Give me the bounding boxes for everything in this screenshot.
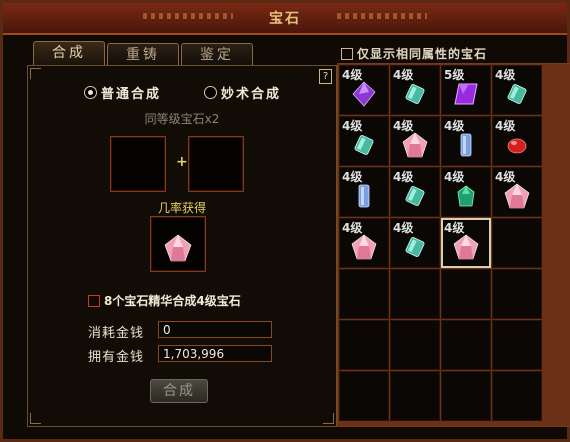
purple-square-gem-icon [454,83,478,105]
cost-label: 消耗金钱 [88,326,145,341]
teal-cylinder-gem-icon [405,186,425,206]
gem-slot[interactable]: 4级 [441,218,491,268]
empty-slot[interactable] [492,320,542,370]
gem-slot[interactable]: 4级 [441,167,491,217]
empty-slot[interactable] [492,371,542,421]
filter-checkbox[interactable] [341,47,353,60]
corner-ornament [30,68,41,79]
compose-panel: ? 普通合成 妙术合成 同等级宝石x2 + 几率获得 8个宝石精华合成4级宝石 … [27,65,337,427]
empty-slot[interactable] [339,269,389,319]
owned-label: 拥有金钱 [88,350,145,365]
tab-reforge[interactable]: 重铸 [107,43,179,66]
tab-compose[interactable]: 合成 [33,41,105,66]
filter-option[interactable]: 仅显示相同属性的宝石 [341,45,487,62]
purple-diamond-gem-icon [352,81,376,107]
gem-slot[interactable]: 4级 [339,116,389,166]
requirement-text: 同等级宝石x2 [144,112,220,126]
help-button[interactable]: ? [319,69,332,84]
input-slot-1[interactable] [110,136,166,192]
input-slot-2[interactable] [188,136,244,192]
empty-slot[interactable] [390,371,440,421]
essence-checkbox[interactable] [88,294,100,307]
empty-slot[interactable] [339,371,389,421]
radio-unselected-icon [204,86,217,99]
plus-sign: + [176,154,188,170]
title-ornament-right [337,13,427,19]
empty-slot[interactable] [339,320,389,370]
gem-slot[interactable]: 4级 [441,116,491,166]
cost-value: 0 [158,321,272,338]
pink-crystal-gem-icon [164,234,192,262]
gem-slot[interactable]: 4级 [390,218,440,268]
empty-slot[interactable] [492,269,542,319]
empty-slot[interactable] [390,269,440,319]
result-label: 几率获得 [157,201,206,215]
blue-prism-gem-icon [358,184,370,208]
gem-slot[interactable]: 4级 [492,167,542,217]
pink-crystal-gem-icon [351,234,377,260]
empty-slot[interactable] [441,269,491,319]
gem-slot[interactable]: 4级 [390,65,440,115]
mode-special-radio[interactable]: 妙术合成 [204,83,281,102]
gem-slot[interactable]: 4级 [492,116,542,166]
teal-cylinder-gem-icon [405,237,425,257]
gem-slot[interactable]: 4级 [390,116,440,166]
gem-slot[interactable]: 4级 [339,167,389,217]
gem-window: 宝石 合成 重铸 鉴定 ? 普通合成 妙术合成 同等级宝石x2 + 几率获得 8… [0,0,570,442]
radio-selected-icon [84,86,97,99]
compose-button[interactable]: 合成 [150,379,208,403]
empty-slot[interactable] [492,218,542,268]
title-bar[interactable]: 宝石 [3,3,567,35]
window-title: 宝石 [269,11,301,27]
filter-label: 仅显示相同属性的宝石 [357,47,488,61]
empty-slot[interactable] [441,371,491,421]
owned-value: 1,703,996 [158,345,272,362]
empty-slot[interactable] [390,320,440,370]
essence-option[interactable]: 8个宝石精华合成4级宝石 [88,292,241,309]
gem-slot[interactable]: 5级 [441,65,491,115]
mode-normal-label: 普通合成 [101,87,162,102]
red-oval-gem-icon [507,138,527,154]
tab-identify[interactable]: 鉴定 [181,43,253,66]
teal-cylinder-gem-icon [405,84,425,104]
gem-slot[interactable]: 4级 [390,167,440,217]
mode-normal-radio[interactable]: 普通合成 [84,83,161,102]
empty-slot[interactable] [441,320,491,370]
blue-prism-gem-icon [460,133,472,157]
essence-option-label: 8个宝石精华合成4级宝石 [104,294,241,308]
pink-crystal-gem-icon [504,183,530,209]
teal-cylinder-gem-icon [354,135,374,155]
corner-ornament [30,413,41,424]
pink-crystal-gem-icon [453,234,479,260]
gem-slot[interactable]: 4级 [339,218,389,268]
green-emerald-gem-icon [457,185,475,207]
teal-cylinder-gem-icon [507,84,527,104]
corner-ornament [323,413,334,424]
mode-special-label: 妙术合成 [221,87,282,102]
result-slot [150,216,206,272]
pink-crystal-gem-icon [402,132,428,158]
gem-slot[interactable]: 4级 [339,65,389,115]
gem-slot[interactable]: 4级 [492,65,542,115]
gem-inventory-grid: 4级 4级 5级 4级 4级 4级 4级 4级 4级 4级 4级 4级 4级 4级 4级 [337,63,570,427]
